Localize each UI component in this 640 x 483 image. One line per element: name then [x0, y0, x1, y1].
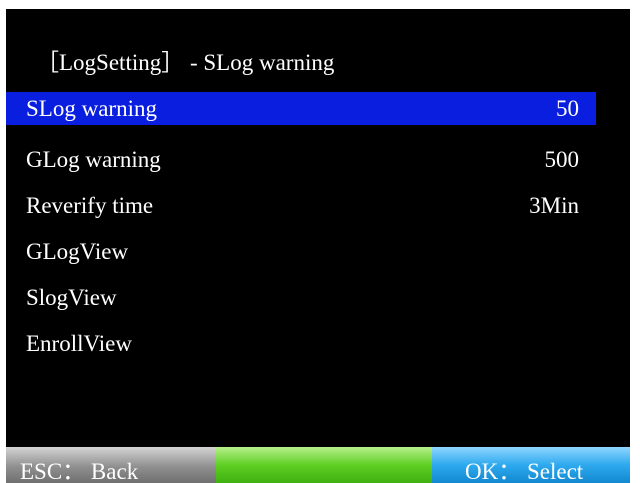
menu-item-value: 50	[556, 96, 579, 121]
middle-softkey[interactable]	[216, 447, 432, 483]
esc-back-button[interactable]: ESC： Back	[6, 447, 216, 483]
menu-item-glogview[interactable]: GLogView	[6, 230, 596, 276]
menu-item-label: SLog warning	[26, 96, 157, 121]
menu-item-label: EnrollView	[26, 331, 132, 356]
menu-item-label: Reverify time	[26, 193, 154, 218]
menu-item-label: GLog warning	[26, 147, 161, 172]
menu-item-slogview[interactable]: SlogView	[6, 276, 596, 322]
menu-item-value: 500	[544, 147, 580, 172]
settings-menu: SLog warning 50 GLog warning 500 Reverif…	[6, 92, 596, 368]
ok-select-label: OK： Select	[465, 459, 584, 483]
menu-item-glog-warning[interactable]: GLog warning 500	[6, 138, 596, 184]
menu-item-label: SlogView	[26, 285, 117, 310]
menu-item-enrollview[interactable]: EnrollView	[6, 322, 596, 368]
menu-item-slog-warning[interactable]: SLog warning 50	[6, 92, 596, 125]
menu-item-reverify-time[interactable]: Reverify time 3Min	[6, 184, 596, 230]
device-screen: ［LogSetting］ - SLog warning SLog warning…	[6, 9, 630, 483]
softkey-bar: ESC： Back OK： Select	[6, 447, 630, 483]
ok-select-button[interactable]: OK： Select	[432, 447, 630, 483]
menu-item-value: 3Min	[529, 193, 579, 218]
page-title: ［LogSetting］ - SLog warning	[36, 50, 335, 75]
esc-back-label: ESC： Back	[20, 459, 139, 483]
menu-item-label: GLogView	[26, 239, 129, 264]
